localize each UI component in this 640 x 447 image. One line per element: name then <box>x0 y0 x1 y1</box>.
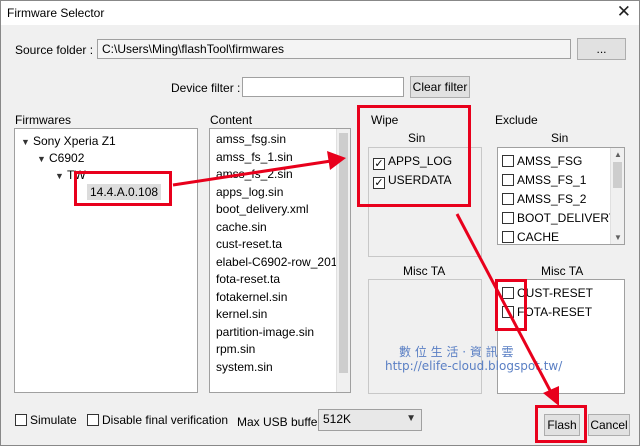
arrow-to-wipe <box>172 159 332 187</box>
arrow-head-icon <box>327 151 346 170</box>
annotation-arrows <box>172 151 559 406</box>
firmware-selector-window: Firmware Selector ✕ Source folder : C:\U… <box>0 0 640 446</box>
arrow-to-flash <box>455 213 555 397</box>
